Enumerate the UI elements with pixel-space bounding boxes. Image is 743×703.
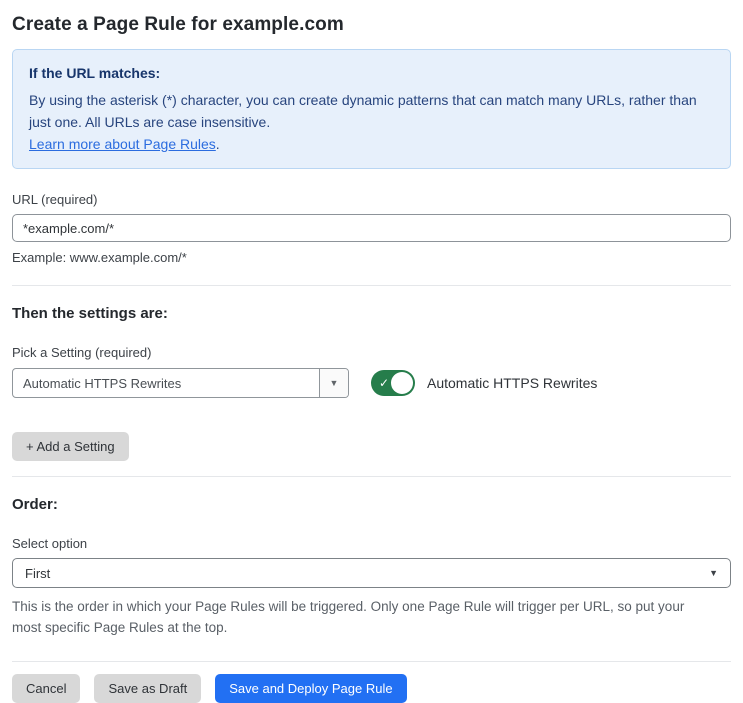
setting-dropdown-button[interactable]: ▼	[319, 369, 348, 397]
page-title: Create a Page Rule for example.com	[12, 14, 344, 35]
order-section-heading: Order:	[12, 496, 58, 513]
save-as-draft-button[interactable]: Save as Draft	[94, 674, 202, 703]
setting-dropdown-value: Automatic HTTPS Rewrites	[23, 375, 182, 391]
info-box-text: By using the asterisk (*) character, you…	[29, 92, 697, 130]
link-suffix: .	[215, 136, 220, 152]
url-example-helper: Example: www.example.com/*	[12, 250, 187, 265]
add-setting-button[interactable]: + Add a Setting	[12, 432, 129, 461]
footer-actions: Cancel Save as Draft Save and Deploy Pag…	[12, 674, 731, 703]
setting-row: Automatic HTTPS Rewrites ▼ ✓ Automatic H…	[12, 368, 731, 398]
info-box-heading: If the URL matches:	[29, 65, 161, 81]
toggle-knob	[391, 372, 413, 394]
divider-before-footer	[12, 661, 731, 662]
info-box-body: By using the asterisk (*) character, you…	[29, 89, 714, 155]
save-and-deploy-button[interactable]: Save and Deploy Page Rule	[215, 674, 407, 703]
url-input[interactable]	[12, 214, 731, 242]
order-select-value: First	[25, 565, 51, 581]
settings-section-heading: Then the settings are:	[12, 305, 168, 322]
chevron-down-icon: ▼	[709, 568, 718, 578]
url-field-label: URL (required)	[12, 192, 98, 207]
divider-after-url	[12, 285, 731, 286]
https-rewrites-toggle[interactable]: ✓	[371, 370, 415, 396]
url-matches-info-box: If the URL matches: By using the asteris…	[12, 49, 731, 169]
check-icon: ✓	[379, 376, 390, 390]
setting-dropdown[interactable]: Automatic HTTPS Rewrites ▼	[12, 368, 349, 398]
order-select[interactable]: First ▼	[12, 558, 731, 588]
create-page-rule-form: Create a Page Rule for example.com If th…	[0, 14, 743, 703]
chevron-down-icon: ▼	[329, 378, 339, 388]
order-helper-text: This is the order in which your Page Rul…	[12, 599, 685, 635]
learn-more-link[interactable]: Learn more about Page Rules	[29, 136, 216, 152]
pick-setting-label: Pick a Setting (required)	[12, 345, 152, 360]
cancel-button[interactable]: Cancel	[12, 674, 81, 703]
select-option-label: Select option	[12, 536, 88, 551]
toggle-label: Automatic HTTPS Rewrites	[427, 375, 598, 391]
divider-after-settings	[12, 476, 731, 477]
